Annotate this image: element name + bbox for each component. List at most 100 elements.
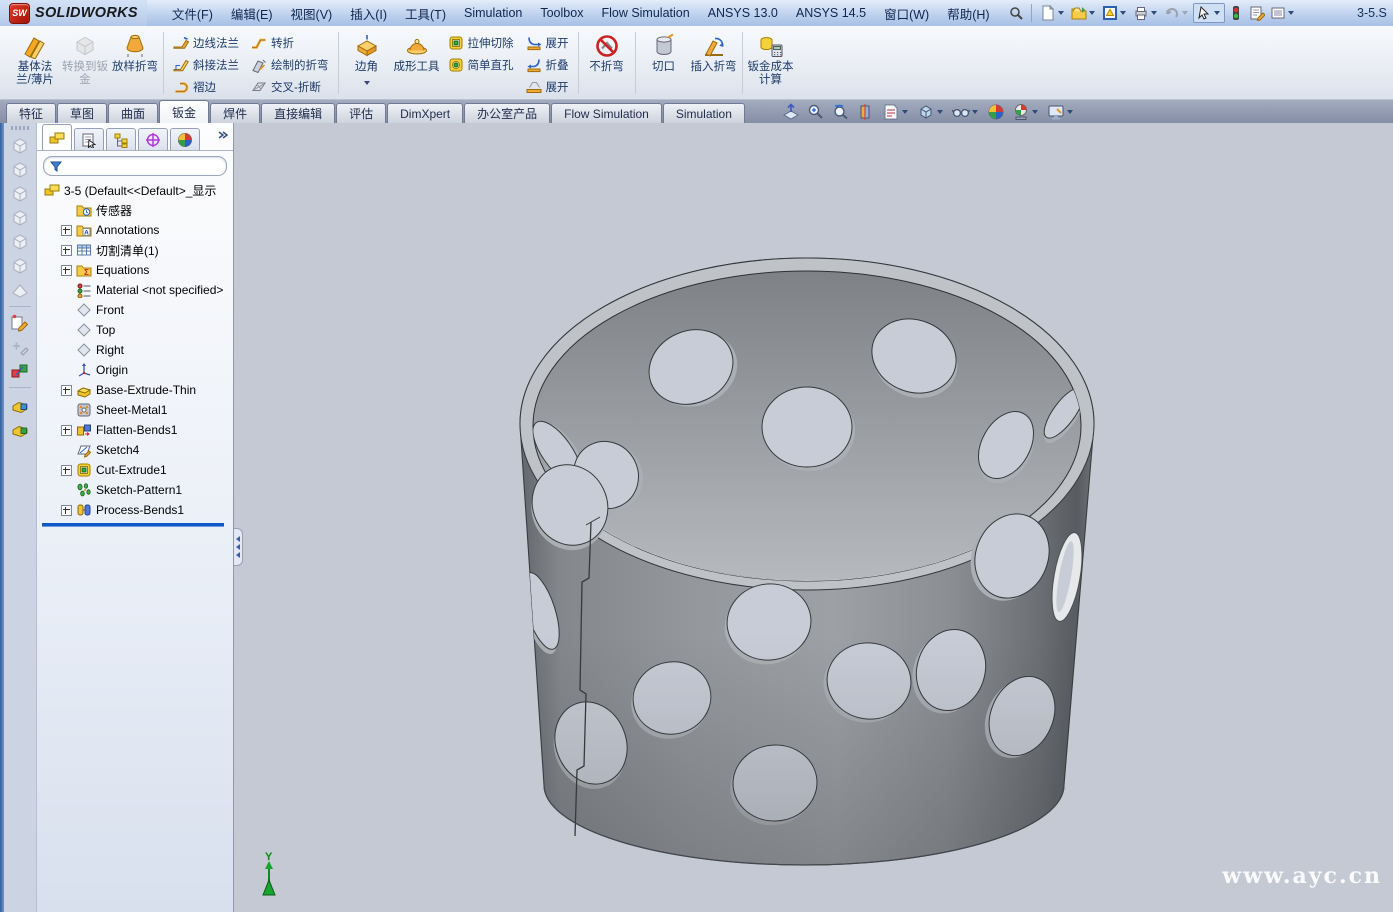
tree-item-origin[interactable]: Origin [37, 360, 233, 380]
sketched-bend-button[interactable]: 绘制的折弯 [249, 54, 331, 75]
select-button[interactable] [1193, 3, 1225, 23]
tree-item-top-plane[interactable]: Top [37, 320, 233, 340]
no-bends-button[interactable]: 不折弯 [582, 28, 632, 98]
model-cylinder[interactable] [512, 258, 1094, 865]
traffic-light-button[interactable] [1226, 4, 1246, 22]
open-button[interactable] [1069, 4, 1099, 22]
edge-flange-button[interactable]: 边线法兰 [171, 32, 241, 53]
sheetmetal-cost-button[interactable]: 钣金成本计算 [746, 28, 796, 98]
rip-button[interactable]: 切口 [639, 28, 689, 98]
apply-scene-button[interactable] [1012, 103, 1040, 121]
simple-hole-button[interactable]: 简单直孔 [446, 54, 516, 75]
view-cube-tool-icon[interactable] [10, 184, 30, 204]
tab-simulation[interactable]: Simulation [663, 103, 745, 123]
view-cube-tool-icon[interactable] [10, 232, 30, 252]
prism-tool-icon[interactable] [10, 280, 30, 300]
expand-icon[interactable] [61, 425, 72, 436]
section-view-button[interactable] [857, 103, 875, 121]
tab-flow-simulation[interactable]: Flow Simulation [551, 103, 662, 123]
undo-button[interactable] [1162, 4, 1192, 22]
expand-icon[interactable] [61, 265, 72, 276]
tab-displaymanager[interactable] [170, 128, 200, 150]
tree-item-sheet-metal1[interactable]: Sheet-Metal1 [37, 400, 233, 420]
menu-insert[interactable]: 插入(I) [341, 1, 396, 26]
add-sketch-icon[interactable] [10, 337, 30, 357]
hide-show-items-button[interactable] [952, 103, 980, 121]
view-cube-tool-icon[interactable] [10, 136, 30, 156]
tree-item-cut-extrude1[interactable]: Cut-Extrude1 [37, 460, 233, 480]
tree-item-base-extrude-thin[interactable]: Base-Extrude-Thin [37, 380, 233, 400]
tab-sketch[interactable]: 草图 [57, 103, 107, 123]
tree-item-sketch-pattern1[interactable]: Sketch-Pattern1 [37, 480, 233, 500]
file-properties-button[interactable] [1247, 4, 1267, 22]
view-cube-tool-icon[interactable] [10, 256, 30, 276]
menu-tools[interactable]: 工具(T) [396, 1, 455, 26]
tree-item-material[interactable]: Material <not specified> [37, 280, 233, 300]
save-button[interactable] [1100, 4, 1130, 22]
tab-features[interactable]: 特征 [6, 103, 56, 123]
menu-edit[interactable]: 编辑(E) [222, 1, 282, 26]
previous-view-button[interactable] [832, 103, 850, 121]
edit-appearance-button[interactable] [987, 103, 1005, 121]
tab-configurationmanager[interactable] [106, 128, 136, 150]
tree-root[interactable]: 3-5 (Default<<Default>_显示 [37, 180, 233, 200]
view-cube-tool-icon[interactable] [10, 208, 30, 228]
menu-file[interactable]: 文件(F) [163, 1, 222, 26]
view-settings-button[interactable] [1047, 103, 1075, 121]
tree-item-cutlist[interactable]: 切割清单(1) [37, 240, 233, 260]
display-style-button[interactable] [917, 103, 945, 121]
toolbar-grip[interactable] [11, 126, 29, 130]
tree-item-equations[interactable]: ΣEquations [37, 260, 233, 280]
corner-dropdown-icon[interactable] [364, 81, 370, 85]
zoom-to-fit-button[interactable] [782, 103, 800, 121]
menu-ansys-145[interactable]: ANSYS 14.5 [787, 3, 875, 23]
extrude-tool-icon[interactable] [10, 418, 30, 438]
feature-tree-filter-input[interactable] [67, 159, 220, 173]
options-button[interactable] [1268, 4, 1298, 22]
forming-tool-button[interactable]: 成形工具 [392, 28, 442, 98]
tab-evaluate[interactable]: 评估 [336, 103, 386, 123]
view-orientation-button[interactable] [882, 103, 910, 121]
tab-dimxpert[interactable]: DimXpert [387, 103, 463, 123]
more-panel-tabs-button[interactable] [217, 128, 233, 150]
corner-button[interactable]: 边角 [342, 28, 392, 98]
base-flange-button[interactable]: 基体法兰/薄片 [10, 28, 60, 98]
menu-view[interactable]: 视图(V) [282, 1, 342, 26]
tab-featuremanager[interactable] [42, 124, 72, 150]
jog-button[interactable]: 转折 [249, 32, 331, 53]
convert-to-sheetmetal-button[interactable]: 转换到钣金 [60, 28, 110, 98]
flatten-button[interactable]: 展开 [524, 76, 571, 97]
print-button[interactable] [1131, 4, 1161, 22]
menu-toolbox[interactable]: Toolbox [531, 3, 592, 23]
lofted-bend-button[interactable]: 放样折弯 [110, 28, 160, 98]
tab-dimxpertmanager[interactable] [138, 128, 168, 150]
menu-help[interactable]: 帮助(H) [938, 1, 998, 26]
menu-simulation[interactable]: Simulation [455, 3, 531, 23]
tab-propertymanager[interactable] [74, 128, 104, 150]
tree-item-sensors[interactable]: 传感器 [37, 200, 233, 220]
fold-button[interactable]: 折叠 [524, 54, 571, 75]
tab-sheetmetal[interactable]: 钣金 [159, 100, 209, 123]
tab-weldments[interactable]: 焊件 [210, 103, 260, 123]
expand-icon[interactable] [61, 505, 72, 516]
expand-icon[interactable] [61, 465, 72, 476]
tree-item-process-bends1[interactable]: Process-Bends1 [37, 500, 233, 520]
menu-window[interactable]: 窗口(W) [875, 1, 938, 26]
tab-surfaces[interactable]: 曲面 [108, 103, 158, 123]
edit-sketch-icon[interactable] [10, 313, 30, 333]
menu-ansys-13[interactable]: ANSYS 13.0 [699, 3, 787, 23]
extrude-tool-icon[interactable] [10, 394, 30, 414]
expand-icon[interactable] [61, 225, 72, 236]
reference-geometry-icon[interactable] [10, 361, 30, 381]
expand-icon[interactable] [61, 245, 72, 256]
tab-direct-editing[interactable]: 直接编辑 [261, 103, 335, 123]
insert-bends-button[interactable]: 插入折弯 [689, 28, 739, 98]
view-cube-tool-icon[interactable] [10, 160, 30, 180]
tree-item-right-plane[interactable]: Right [37, 340, 233, 360]
zoom-to-area-button[interactable] [807, 103, 825, 121]
search-button[interactable] [1007, 5, 1025, 21]
tree-item-flatten-bends1[interactable]: Flatten-Bends1 [37, 420, 233, 440]
graphics-viewport[interactable]: Y www.ayc.cn [234, 123, 1393, 912]
extruded-cut-button[interactable]: 拉伸切除 [446, 32, 516, 53]
unfold-button[interactable]: 展开 [524, 32, 571, 53]
